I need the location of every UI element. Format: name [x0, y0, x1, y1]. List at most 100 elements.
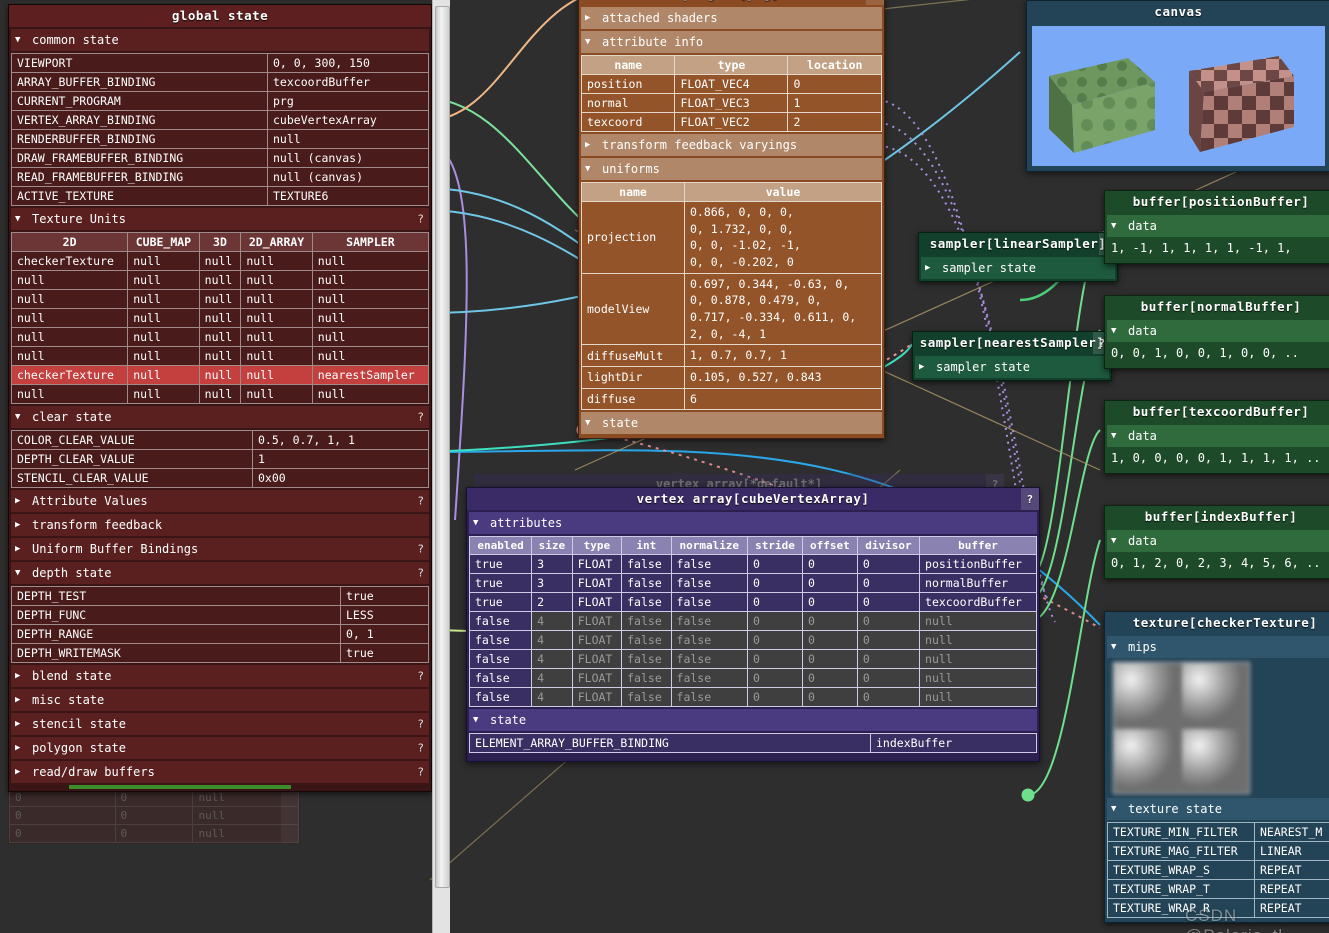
vertex-array-title: vertex array[cubeVertexArray] ? [467, 488, 1039, 510]
section-stencil-state[interactable]: ▶ stencil state? [11, 713, 429, 735]
chevron-down-icon: ▼ [1111, 535, 1117, 546]
help-icon[interactable]: ? [417, 213, 424, 226]
section-label: transform feedback varyings [602, 138, 798, 152]
section-sampler-state[interactable]: ▶ sampler state [921, 257, 1115, 279]
vao-cell-offset: 0 [801, 649, 858, 669]
help-icon[interactable]: ? [417, 742, 424, 755]
section-program-state[interactable]: ▼ state [581, 412, 882, 435]
row-value: REPEAT [1254, 879, 1329, 899]
section-vao-state[interactable]: ▼ state [469, 709, 1037, 731]
table-cell: FLOAT_VEC2 [674, 112, 789, 132]
section-polygon-state[interactable]: ▶ polygon state? [11, 737, 429, 759]
buffer-title: buffer[texcoordBuffer] [1105, 401, 1329, 423]
row-key: TEXTURE_MAG_FILTER [1107, 841, 1255, 861]
vao-cell-size: 3 [531, 554, 573, 574]
chevron-right-icon: ▶ [15, 718, 21, 729]
table-row: TEXTURE_MAG_FILTER LINEAR [1107, 841, 1329, 861]
help-icon[interactable]: ? [417, 543, 424, 556]
table-cell: null [10, 289, 129, 309]
section-buffer-data[interactable]: ▼ data [1107, 215, 1329, 237]
table-row: true 3 FLOAT false false 0 0 0 positionBuffer [468, 554, 1037, 574]
section-misc-state[interactable]: ▶ misc state [11, 689, 429, 711]
table-row: CURRENT_PROGRAM prg [11, 91, 429, 111]
section-clear-state[interactable]: ▼ clear state ? [11, 406, 429, 428]
row-value: true [340, 586, 429, 606]
help-icon[interactable]: ? [417, 766, 424, 779]
section-uniform-buffer-bindings[interactable]: ▶ Uniform Buffer Bindings? [11, 538, 429, 560]
chevron-right-icon: ▶ [925, 262, 931, 273]
section-attached-shaders[interactable]: ▶ attached shaders [581, 7, 882, 29]
row-key: DRAW_FRAMEBUFFER_BINDING [11, 148, 268, 168]
section-sampler-state[interactable]: ▶ sampler state [915, 356, 1109, 378]
webgl-canvas-render[interactable] [1032, 26, 1325, 166]
table-row: diffuse 6 [581, 387, 882, 411]
buffer-title: buffer[indexBuffer] [1105, 506, 1329, 528]
column-header: normalize [670, 536, 749, 555]
buffer-position-panel: buffer[positionBuffer] ▼ data 1, -1, 1, … [1104, 190, 1329, 264]
section-buffer-data[interactable]: ▼ data [1107, 320, 1329, 342]
section-texture-units[interactable]: ▼ Texture Units ? [11, 208, 429, 230]
section-blend-state[interactable]: ▶ blend state? [11, 665, 429, 687]
help-icon[interactable]: ? [866, 0, 884, 5]
table-cell: nearestSampler [311, 365, 430, 385]
section-buffer-data[interactable]: ▼ data [1107, 425, 1329, 447]
progress-bar [69, 785, 291, 789]
row-key: ARRAY_BUFFER_BINDING [11, 72, 268, 92]
table-cell: null [198, 251, 242, 271]
table-row: null null null null null [10, 384, 430, 404]
table-cell: null [127, 251, 200, 271]
section-label: read/draw buffers [32, 765, 155, 779]
help-icon[interactable]: ? [1021, 488, 1039, 510]
section-label: common state [32, 33, 119, 47]
section-label: attributes [490, 516, 563, 530]
section-label: state [490, 713, 527, 727]
row-key: TEXTURE_WRAP_S [1107, 860, 1255, 880]
row-value: texcoordBuffer [267, 72, 429, 92]
vao-cell-type: FLOAT [571, 687, 623, 707]
section-transform-feedback[interactable]: ▶ transform feedback [11, 514, 429, 536]
vao-cell-normalize: false [670, 611, 749, 631]
row-key: TEXTURE_MIN_FILTER [1107, 822, 1255, 842]
uniform-value: 0.105, 0.527, 0.843 [684, 366, 882, 389]
vao-cell-size: 4 [531, 668, 573, 688]
section-uniforms[interactable]: ▼ uniforms [581, 158, 882, 180]
table-row: 00null [9, 806, 299, 825]
canvas-panel: canvas [1026, 0, 1329, 172]
section-label: sampler state [936, 360, 1030, 374]
vao-cell-buffer: null [919, 611, 1037, 631]
section-read-draw-buffers[interactable]: ▶ read/draw buffers? [11, 761, 429, 783]
row-value: 1 [252, 449, 429, 469]
program-panel: program[prg] ? ▶ attached shaders ▼ attr… [578, 0, 885, 440]
chevron-right-icon: ▶ [15, 766, 21, 777]
global-state-scrollbar[interactable] [432, 0, 450, 933]
chevron-right-icon: ▶ [15, 495, 21, 506]
vao-cell-stride: 0 [747, 649, 803, 669]
table-cell: null [198, 384, 242, 404]
help-icon[interactable]: ? [417, 495, 424, 508]
section-common-state[interactable]: ▼ common state [11, 29, 429, 51]
section-texture-state[interactable]: ▼ texture state [1107, 798, 1329, 820]
column-header: 3D [198, 232, 242, 252]
help-icon[interactable]: ? [417, 567, 424, 580]
section-mips[interactable]: ▼ mips [1107, 636, 1329, 658]
chevron-right-icon: ▶ [15, 670, 21, 681]
section-attribute-values[interactable]: ▶ Attribute Values? [11, 490, 429, 512]
section-attribute-info[interactable]: ▼ attribute info [581, 31, 882, 53]
scrollbar-thumb[interactable] [435, 6, 450, 888]
mip-level-preview[interactable] [1113, 662, 1250, 794]
chevron-right-icon: ▶ [15, 519, 21, 530]
section-label: blend state [32, 669, 112, 683]
table-row: diffuseMult 1, 0.7, 0.7, 1 [581, 344, 882, 368]
table-row: checkerTexture null null null nearestSampler [10, 365, 430, 385]
chevron-down-icon: ▼ [1111, 430, 1117, 441]
section-depth-state[interactable]: ▼ depth state ? [11, 562, 429, 584]
section-buffer-data[interactable]: ▼ data [1107, 530, 1329, 552]
help-icon[interactable]: ? [417, 718, 424, 731]
help-icon[interactable]: ? [417, 411, 424, 424]
vao-cell-buffer: null [919, 649, 1037, 669]
help-icon[interactable]: ? [417, 670, 424, 683]
section-vao-attributes[interactable]: ▼ attributes [469, 512, 1037, 534]
section-transform-feedback-varyings[interactable]: ▶ transform feedback varyings [581, 134, 882, 156]
section-label: clear state [32, 410, 112, 424]
table-cell: null [311, 327, 430, 347]
